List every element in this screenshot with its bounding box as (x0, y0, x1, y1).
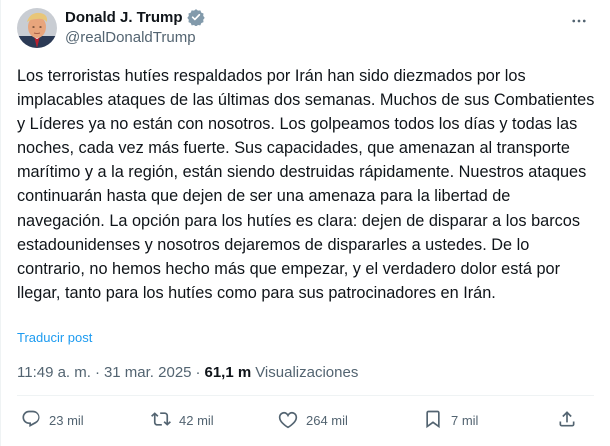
repost-button[interactable]: 42 mil (151, 402, 214, 438)
post-text: Los terroristas hutíes respaldados por I… (17, 67, 595, 302)
bookmark-count: 7 mil (451, 412, 479, 428)
like-count: 264 mil (306, 412, 348, 428)
name-row: Donald J. Trump (65, 6, 205, 28)
author-handle[interactable]: @realDonaldTrump (65, 28, 205, 48)
verified-badge-icon[interactable] (186, 8, 205, 26)
views-count: 61,1 m (204, 363, 252, 381)
meta-separator: · (94, 363, 100, 381)
reply-button[interactable]: 23 mil (21, 402, 84, 438)
meta-separator-2: · (195, 363, 201, 381)
heart-icon (278, 409, 298, 432)
post-time[interactable]: 11:49 a. m. (17, 364, 91, 381)
author-display-name[interactable]: Donald J. Trump (65, 9, 183, 26)
divider (17, 395, 594, 396)
avatar[interactable] (17, 8, 57, 48)
repost-count: 42 mil (179, 412, 214, 428)
post-card: Donald J. Trump @realDonaldTrump Los ter… (0, 0, 610, 446)
bookmark-button[interactable]: 7 mil (423, 402, 478, 438)
bookmark-icon (423, 409, 443, 432)
share-button[interactable] (557, 402, 577, 438)
views-label: Visualizaciones (255, 363, 359, 381)
post-metadata: 11:49 a. m. · 31 mar. 2025 · 61,1 m Visu… (17, 362, 358, 382)
post-header: Donald J. Trump @realDonaldTrump (17, 6, 594, 50)
reply-count: 23 mil (49, 412, 84, 428)
reply-icon (21, 409, 41, 432)
repost-icon (151, 409, 171, 432)
more-options-icon[interactable] (568, 10, 590, 32)
like-button[interactable]: 264 mil (278, 402, 348, 438)
share-icon (557, 409, 577, 432)
author-names: Donald J. Trump @realDonaldTrump (65, 6, 205, 48)
translate-post-link[interactable]: Traducir post (17, 330, 92, 345)
post-date[interactable]: 31 mar. 2025 (104, 364, 192, 381)
action-bar: 23 mil 42 mil 264 mil 7 mil (17, 402, 594, 438)
